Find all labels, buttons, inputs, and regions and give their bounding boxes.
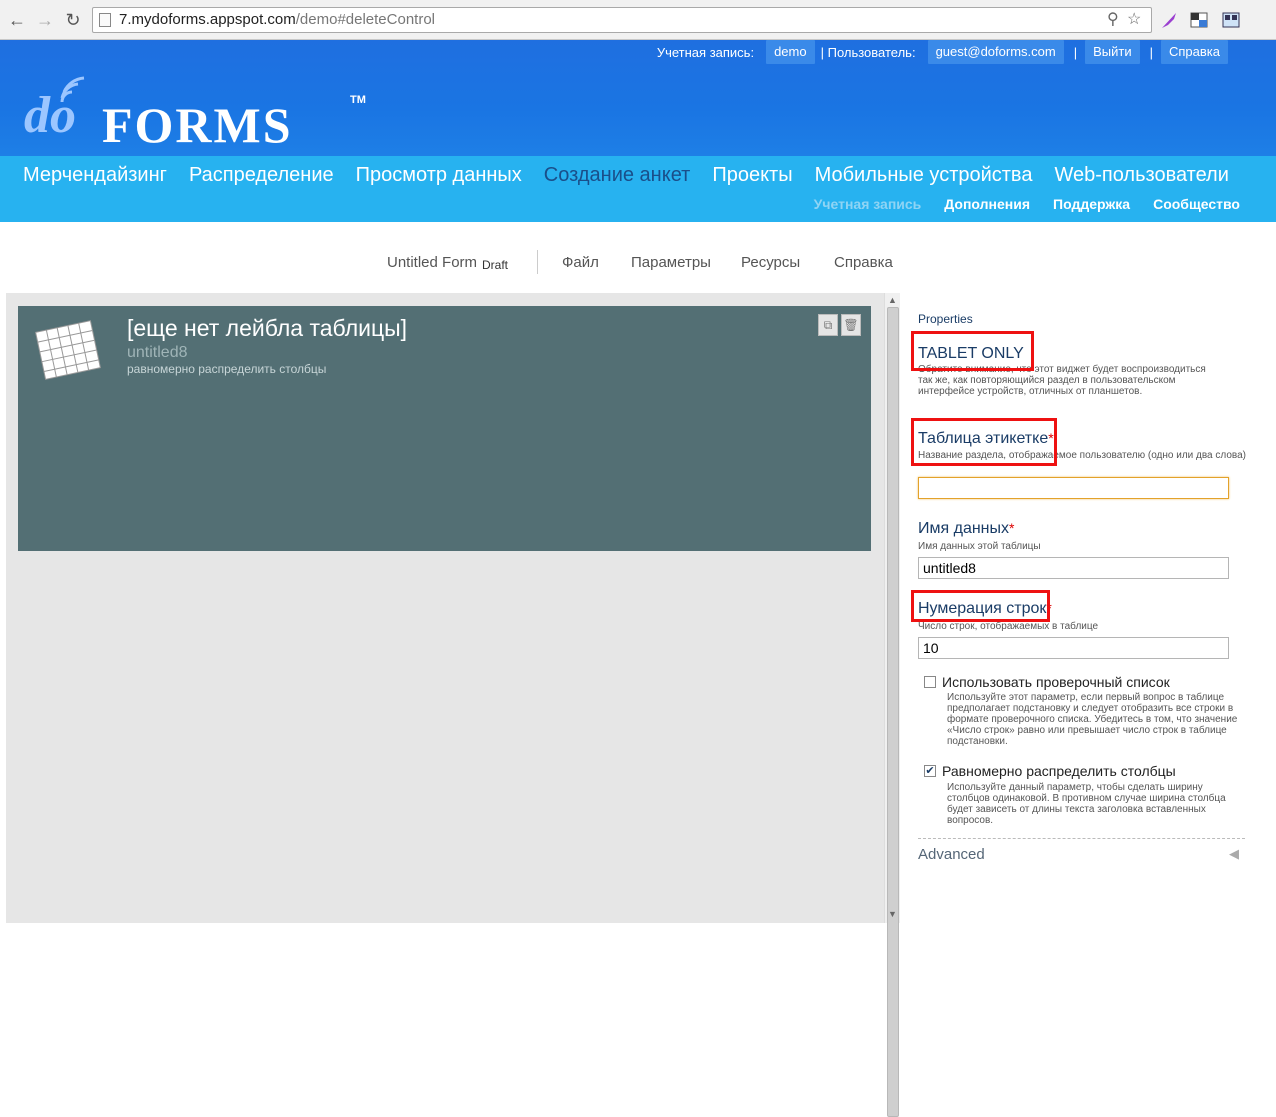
widget-data-name: untitled8 [127, 344, 188, 361]
even-columns-checkbox[interactable]: ✔ [924, 765, 936, 777]
menu-file[interactable]: Файл [562, 254, 599, 271]
canvas-scrollbar[interactable]: ▲ ▼ [884, 293, 900, 1117]
main-navigation: Мерчендайзинг Распределение Просмотр данны… [0, 156, 1276, 222]
screen-extension-icon[interactable] [1220, 9, 1242, 31]
main-nav-item[interactable]: Мобильные устройства [815, 164, 1033, 187]
checklist-checkbox[interactable] [924, 676, 936, 688]
forward-arrow-icon[interactable]: → [34, 9, 56, 31]
widget-description: равномерно распределить столбцы [127, 362, 327, 376]
table-grid-icon [35, 320, 101, 380]
even-columns-label[interactable]: Равномерно распределить столбцы [942, 763, 1176, 779]
data-name-input[interactable] [918, 557, 1229, 579]
table-widget[interactable]: [еще нет лейбла таблицы] untitled8 равно… [18, 306, 871, 551]
back-arrow-icon[interactable]: ← [6, 9, 28, 31]
browser-toolbar: ← → ↻ 7.mydoforms.appspot.com/demo#delet… [0, 0, 1276, 40]
main-nav-item[interactable]: Создание анкет [544, 164, 691, 187]
scroll-down-icon[interactable]: ▼ [888, 909, 897, 919]
bookmark-star-icon[interactable]: ☆ [1127, 8, 1141, 32]
main-nav-item[interactable]: Проекты [712, 164, 792, 187]
user-label: | Пользователь: [820, 44, 916, 60]
row-count-help: Число строк, отображаемых в таблице [918, 621, 1099, 632]
data-name-text: Имя данных [918, 520, 1010, 537]
scroll-up-icon[interactable]: ▲ [888, 295, 897, 305]
toolbar-divider [537, 250, 538, 274]
logo-tm: TM [350, 94, 366, 106]
reload-icon[interactable]: ↻ [62, 9, 84, 31]
site-header: Учетная запись: demo | Пользователь: gue… [0, 40, 1276, 156]
main-nav-item[interactable]: Мерчендайзинг [23, 164, 167, 187]
main-nav-items: Мерчендайзинг Распределение Просмотр данны… [23, 164, 1229, 187]
main-nav-item[interactable]: Распределение [189, 164, 334, 187]
url-text: 7.mydoforms.appspot.com/demo#deleteContr… [119, 8, 435, 32]
highlight-box [911, 331, 1034, 371]
highlight-box [911, 418, 1057, 466]
form-title[interactable]: Untitled Form [387, 254, 477, 271]
copy-icon[interactable]: ⧉ [818, 314, 838, 336]
sub-navigation: Учетная запись Дополнения Поддержка Сообщес… [814, 196, 1240, 212]
required-mark: * [1009, 520, 1015, 536]
form-toolbar: Untitled Form Draft Файл Параметры Ресур… [0, 250, 1276, 276]
main-nav-item[interactable]: Просмотр данных [356, 164, 522, 187]
account-value[interactable]: demo [766, 40, 815, 64]
menu-help[interactable]: Справка [834, 254, 893, 271]
account-label: Учетная запись: [656, 44, 755, 60]
window-extension-icon[interactable] [1188, 9, 1210, 31]
sub-nav-item[interactable]: Поддержка [1053, 196, 1130, 212]
scrollbar-thumb[interactable] [887, 307, 899, 1117]
menu-resources[interactable]: Ресурсы [741, 254, 800, 271]
highlight-box [911, 590, 1050, 622]
user-value[interactable]: guest@doforms.com [927, 40, 1064, 64]
advanced-toggle[interactable]: Advanced [918, 846, 985, 863]
separator: | [1073, 44, 1078, 60]
main-nav-item[interactable]: Web-пользователи [1054, 164, 1228, 187]
separator: | [1149, 44, 1153, 60]
row-count-input[interactable] [918, 637, 1229, 659]
table-label-input[interactable] [918, 477, 1229, 499]
trash-icon[interactable]: 🗑 [841, 314, 861, 336]
sub-nav-item[interactable]: Дополнения [944, 196, 1030, 212]
even-columns-help: Используйте данный параметр, чтобы сдела… [947, 782, 1226, 826]
logout-button[interactable]: Выйти [1085, 40, 1140, 64]
account-bar: Учетная запись: demo | Пользователь: gue… [657, 40, 1234, 64]
menu-parameters[interactable]: Параметры [631, 254, 711, 271]
zoom-icon[interactable]: ⚲ [1107, 8, 1119, 32]
page-icon [99, 13, 111, 27]
sub-nav-item[interactable]: Учетная запись [814, 196, 922, 212]
data-name-label: Имя данных* [918, 520, 1014, 538]
data-name-help: Имя данных этой таблицы [918, 541, 1041, 552]
sub-nav-item[interactable]: Сообщество [1153, 196, 1240, 212]
checklist-label[interactable]: Использовать проверочный список [942, 674, 1170, 690]
url-host: 7.mydoforms.appspot.com [119, 11, 296, 28]
logo-do: do [24, 87, 76, 144]
help-link[interactable]: Справка [1161, 40, 1228, 64]
widget-title: [еще нет лейбла таблицы] [127, 315, 408, 341]
collapse-arrow-icon[interactable]: ◀ [1229, 846, 1239, 862]
form-status: Draft [482, 258, 509, 272]
feather-extension-icon[interactable] [1158, 9, 1180, 31]
checklist-help: Используйте этот параметр, если первый в… [947, 692, 1238, 747]
logo-forms: FORMS [102, 97, 293, 153]
properties-header: Properties [918, 312, 973, 326]
address-bar[interactable]: 7.mydoforms.appspot.com/demo#deleteContr… [92, 7, 1152, 33]
url-path: /demo#deleteControl [295, 11, 436, 28]
advanced-divider [918, 838, 1245, 839]
